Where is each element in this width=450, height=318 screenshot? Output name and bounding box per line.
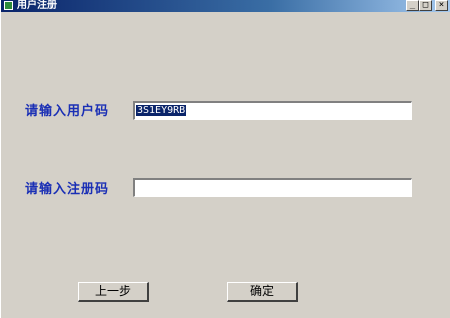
maximize-button[interactable]: □ bbox=[419, 0, 432, 11]
prev-step-button[interactable]: 上一步 bbox=[78, 282, 149, 302]
user-code-label: 请输入用户码 bbox=[25, 104, 110, 119]
ok-button[interactable]: 确定 bbox=[227, 282, 298, 302]
window-title: 用户注册 bbox=[17, 0, 57, 11]
reg-code-label: 请输入注册码 bbox=[25, 182, 110, 197]
registration-window: 用户注册 _ □ × 请输入用户码 3S1EY9RB 请输入注册码 上一步 确定 bbox=[0, 0, 450, 318]
close-button[interactable]: × bbox=[435, 0, 448, 11]
app-icon bbox=[4, 1, 13, 10]
reg-code-input[interactable] bbox=[133, 178, 412, 197]
user-code-input[interactable]: 3S1EY9RB bbox=[133, 101, 412, 120]
user-code-value: 3S1EY9RB bbox=[136, 105, 187, 116]
minimize-button[interactable]: _ bbox=[406, 0, 419, 11]
title-bar[interactable]: 用户注册 _ □ × bbox=[1, 0, 450, 12]
